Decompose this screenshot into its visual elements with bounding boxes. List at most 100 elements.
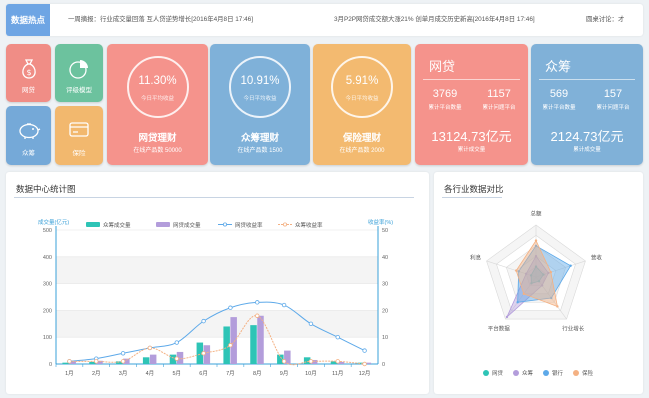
rate-card-wangdai[interactable]: 11.30% 今日平均收益 网贷理财 在线产品数 50000 — [107, 44, 208, 165]
rate-name: 众筹理财 — [240, 133, 279, 144]
legend-swatch — [86, 222, 100, 227]
stat-volume-caption: 累计成交量 — [457, 147, 486, 153]
tile-zhongchou[interactable]: 众筹 — [6, 106, 51, 165]
chart-band — [56, 256, 378, 284]
rate-ring: 5.91% 今日平均收益 — [331, 56, 393, 118]
rate-card-zhongchou[interactable]: 10.91% 今日平均收益 众筹理财 在线产品数 1500 — [210, 44, 310, 165]
legend-label: 保险 — [582, 369, 594, 377]
stat-divider — [539, 79, 635, 80]
radar-point — [569, 264, 572, 267]
legend-label: 网贷成交量 — [173, 221, 201, 229]
rate-ring: 11.30% 今日平均收益 — [126, 56, 189, 118]
stat-problem-caption: 累计问题平台 — [482, 105, 516, 111]
stat-platform-count: 569 — [549, 88, 569, 100]
legend-swatch — [222, 222, 227, 227]
y-right-tick-label: 10 — [382, 335, 388, 341]
stat-volume: 2124.73亿元 — [550, 129, 624, 144]
stat-volume-caption: 累计成交量 — [573, 147, 601, 153]
svg-text:$: $ — [26, 68, 31, 77]
legend-label: 众筹 — [522, 369, 534, 377]
news-ticker: 数据热点 一周摘报：行业成交量回落 互人贷逆势增长[2016年4月8日 17:4… — [6, 4, 643, 36]
legend-swatch — [483, 370, 489, 376]
line-point — [201, 318, 206, 324]
rate-caption: 今日平均收益 — [140, 96, 174, 102]
radar-indicator-label: 总额 — [530, 210, 542, 218]
x-tick-label: 11月 — [332, 370, 343, 377]
x-tick-label: 6月 — [199, 370, 208, 377]
line-point — [255, 313, 260, 318]
line-point — [335, 334, 340, 340]
rate-products: 在线产品数 1500 — [237, 148, 283, 154]
radar-chart: 总额营收行业增长 平台数据 利息网贷 众筹 银行 保险 — [470, 210, 603, 377]
line-point — [120, 359, 126, 364]
y-left-tick-label: 100 — [43, 335, 52, 341]
bar — [149, 354, 157, 364]
y-right-axis-label: 收益率(%) — [368, 218, 393, 226]
card-icon — [69, 122, 89, 137]
rate-name: 保险理财 — [342, 133, 381, 144]
radar-point — [522, 292, 525, 296]
legend-swatch — [156, 222, 170, 227]
line-point — [228, 305, 233, 310]
rate-percent: 10.91% — [240, 75, 280, 87]
stat-platform-caption: 累计平台数量 — [428, 105, 462, 111]
tile-label: 众筹 — [22, 150, 35, 157]
tile-label: 保险 — [72, 150, 86, 157]
stats-chart-panel: 数据中心统计图 0 100 200 300 400 500 0 10 20 30 40 50 成交量(亿… — [6, 172, 429, 394]
ticker-news-link[interactable]: 圆桌讨论：才 — [586, 4, 624, 36]
line-point — [308, 359, 314, 364]
x-tick-label: 5月 — [172, 370, 181, 377]
pie-chart-icon — [69, 60, 88, 79]
stat-volume: 13124.73亿元 — [431, 129, 512, 144]
rate-card-insurance[interactable]: 5.91% 今日平均收益 保险理财 在线产品数 2000 — [313, 44, 411, 165]
stat-title: 网贷 — [429, 59, 456, 74]
line-point — [362, 361, 367, 367]
y-right-tick-label: 40 — [382, 255, 388, 261]
ticker-label: 数据热点 — [6, 4, 50, 36]
y-left-tick-label: 0 — [49, 362, 52, 368]
rate-ring: 10.91% 今日平均收益 — [229, 56, 291, 118]
stat-problem-count: 157 — [603, 88, 623, 100]
legend-swatch — [573, 370, 579, 376]
ticker-news-link[interactable]: 一周摘报：行业成交量回落 互人贷逆势增长[2016年4月8日 17:46] — [68, 4, 253, 36]
y-left-tick-label: 300 — [43, 282, 52, 288]
x-tick-label: 1月 — [65, 370, 74, 377]
tile-wangdai[interactable]: $ 网贷 — [6, 44, 51, 102]
industry-compare-panel: 各行业数据对比 总额 营收 行业增长 平台数据 利息 网贷 众筹 银行 保险 — [434, 172, 643, 394]
x-tick-label: 12月 — [359, 370, 371, 377]
x-tick-label: 10月 — [305, 370, 317, 377]
tile-label: 评级模型 — [66, 87, 92, 94]
bar — [250, 325, 257, 364]
piggy-bank-icon — [18, 123, 40, 139]
line-point — [147, 345, 153, 351]
ticker-news-link[interactable]: 3月P2P网贷成交额大涨21% 创单月成交历史新高[2016年4月8日 17:4… — [334, 4, 535, 36]
x-tick-label: 8月 — [253, 370, 262, 377]
rate-caption: 今日平均收益 — [243, 96, 277, 102]
x-tick-label: 9月 — [280, 370, 289, 377]
stat-problem-count: 1157 — [487, 88, 511, 100]
rate-products: 在线产品数 50000 — [133, 148, 182, 154]
rate-percent: 11.30% — [138, 75, 177, 87]
y-left-axis-label: 成交量(亿元) — [38, 218, 69, 226]
line-point — [174, 356, 179, 361]
x-tick-label: 7月 — [226, 370, 235, 377]
line-point — [174, 340, 179, 345]
radar-point — [505, 315, 509, 319]
tile-insurance[interactable]: 保险 — [55, 106, 103, 165]
legend-swatch — [543, 370, 549, 376]
stat-platform-count: 3769 — [432, 88, 458, 100]
line-point — [281, 302, 287, 308]
line-point — [120, 351, 126, 356]
stat-card-wangdai[interactable]: 网贷 3769 累计平台数量 1157 累计问题平台 13124.73亿元 累计… — [415, 44, 528, 165]
legend-label: 众筹收益率 — [295, 221, 323, 229]
radar-point — [515, 269, 518, 272]
radar-point — [516, 301, 519, 304]
line-point — [255, 300, 260, 305]
tile-rating-model[interactable]: 评级模型 — [55, 44, 103, 102]
legend-swatch — [513, 370, 519, 376]
legend-label: 银行 — [552, 369, 564, 377]
radar-indicator-label: 营收 — [591, 253, 603, 261]
line-point — [94, 359, 99, 364]
stat-card-zhongchou[interactable]: 众筹 569 累计平台数量 157 累计问题平台 2124.73亿元 累计成交量 — [531, 44, 643, 165]
radar-point — [556, 305, 559, 308]
